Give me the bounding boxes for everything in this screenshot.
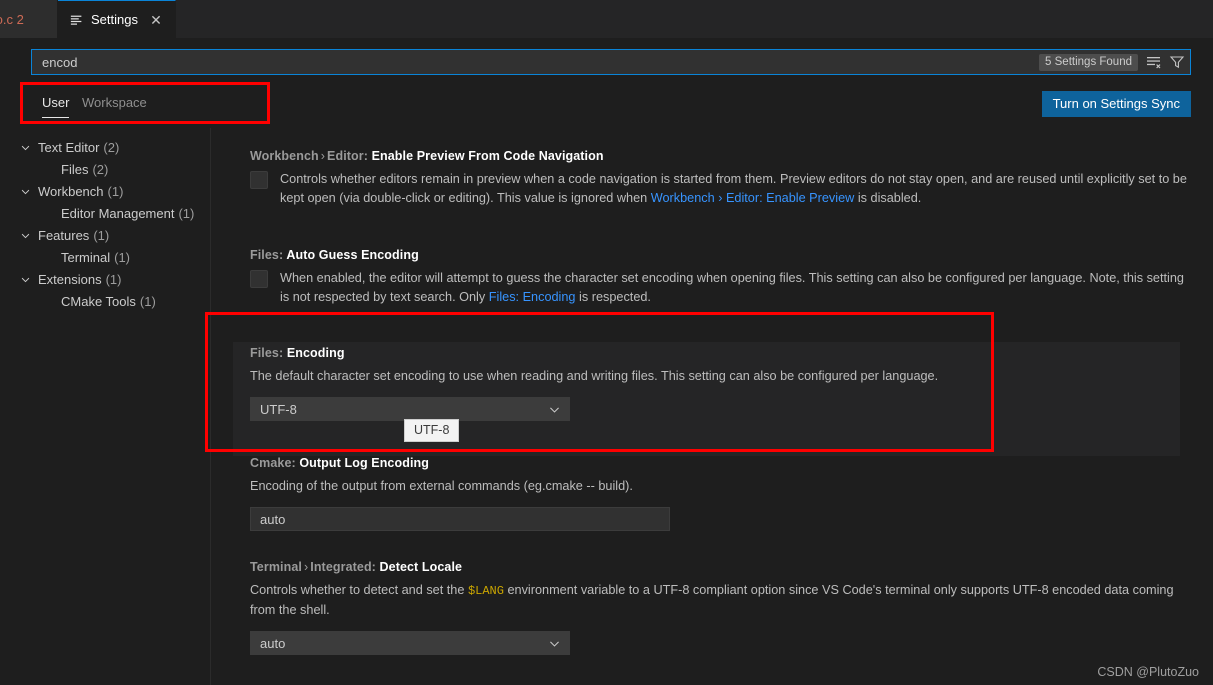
chevron-down-icon[interactable] xyxy=(20,268,31,290)
setting-leaf-name: Enable Preview From Code Navigation xyxy=(371,149,604,163)
toc-item-terminal[interactable]: Terminal (1) xyxy=(0,246,210,268)
toc-item-files[interactable]: Files (2) xyxy=(0,158,210,180)
toc-item-workbench[interactable]: Workbench (1) xyxy=(0,180,210,202)
setting-description-part-1: When enabled, the editor will attempt to… xyxy=(280,271,1184,304)
toc-item-count: (1) xyxy=(178,205,195,221)
toc-item-text-editor[interactable]: Text Editor (2) xyxy=(0,136,210,158)
setting-description: The default character set encoding to us… xyxy=(250,369,939,383)
search-input[interactable] xyxy=(32,50,1040,74)
toc-item-label: Editor Management xyxy=(61,205,175,221)
breadcrumb-separator: › xyxy=(320,149,326,163)
results-count-badge: 5 Settings Found xyxy=(1039,53,1138,71)
settings-toc: Text Editor (2) Files (2) Workbench (1) … xyxy=(0,128,211,685)
settings-list: Workbench › Editor: Enable Preview From Co… xyxy=(211,128,1213,685)
setting-subcategory: Integrated: xyxy=(310,560,376,574)
files-encoding-selected-value: UTF-8 xyxy=(260,401,297,417)
setting-category: Files: xyxy=(250,346,284,360)
setting-title: Cmake: Output Log Encoding xyxy=(250,456,1190,470)
tab-settings[interactable]: Settings ✕ xyxy=(58,0,176,38)
toc-item-count: (2) xyxy=(92,161,109,177)
settings-search-row: 5 Settings Found xyxy=(0,38,1213,124)
setting-title: Terminal › Integrated: Detect Locale xyxy=(250,560,1190,574)
toc-item-label: Files xyxy=(61,161,89,177)
scope-tab-workspace[interactable]: Workspace xyxy=(82,95,147,117)
breadcrumb-separator: › xyxy=(303,560,309,574)
chevron-down-icon[interactable] xyxy=(548,637,561,650)
setting-enable-preview-from-code-navigation[interactable]: Workbench › Editor: Enable Preview From Co… xyxy=(250,149,1190,208)
toc-item-count: (2) xyxy=(103,139,120,155)
tab-bar-empty-space xyxy=(176,0,1213,38)
toc-item-count: (1) xyxy=(93,227,110,243)
files-encoding-select[interactable]: UTF-8 xyxy=(250,397,570,421)
settings-search-box[interactable]: 5 Settings Found xyxy=(31,49,1191,75)
cmake-output-log-encoding-input[interactable]: auto xyxy=(250,507,670,531)
setting-leaf-name: Encoding xyxy=(286,346,345,360)
chevron-down-icon[interactable] xyxy=(20,224,31,246)
close-icon[interactable]: ✕ xyxy=(148,13,164,27)
setting-title: Files: Auto Guess Encoding xyxy=(250,248,1190,262)
setting-leaf-name: Output Log Encoding xyxy=(299,456,429,470)
toc-item-count: (1) xyxy=(105,271,122,287)
filter-icon[interactable] xyxy=(1167,52,1187,72)
encoding-value-tooltip: UTF-8 xyxy=(404,419,460,442)
setting-category: Files: xyxy=(250,248,284,262)
setting-category: Cmake: xyxy=(250,456,296,470)
clear-filter-icon[interactable] xyxy=(1144,52,1164,72)
setting-terminal-detect-locale[interactable]: Terminal › Integrated: Detect Locale Contr… xyxy=(250,560,1190,655)
tab-foc[interactable]: fo.c 2 xyxy=(0,0,58,38)
checkbox-enable-preview-from-code-navigation[interactable] xyxy=(250,171,268,189)
setting-description: When enabled, the editor will attempt to… xyxy=(280,269,1190,307)
toc-item-label: Features xyxy=(38,227,90,243)
watermark: CSDN @PlutoZuo xyxy=(1097,665,1199,679)
editor-tab-bar: fo.c 2 Settings ✕ xyxy=(0,0,1213,38)
terminal-detect-locale-select[interactable]: auto xyxy=(250,631,570,655)
terminal-detect-locale-selected-value: auto xyxy=(260,635,286,651)
toc-item-count: (1) xyxy=(139,293,156,309)
toc-item-editor-management[interactable]: Editor Management (1) xyxy=(0,202,210,224)
setting-description-part-1: Controls whether to detect and set the xyxy=(250,583,468,597)
setting-title: Files: Encoding xyxy=(250,346,1190,360)
toc-item-extensions[interactable]: Extensions (1) xyxy=(0,268,210,290)
toc-item-label: Text Editor xyxy=(38,139,100,155)
toc-item-label: CMake Tools xyxy=(61,293,136,309)
settings-list-icon xyxy=(70,13,84,27)
setting-category: Terminal xyxy=(250,560,302,574)
setting-cmake-output-log-encoding[interactable]: Cmake: Output Log Encoding Encoding of t… xyxy=(250,456,1190,531)
setting-subcategory: Editor: xyxy=(327,149,368,163)
setting-description: Controls whether editors remain in previ… xyxy=(280,170,1190,208)
tab-foc-label: fo.c 2 xyxy=(0,11,24,27)
scope-tab-user[interactable]: User xyxy=(42,95,70,118)
toc-item-label: Workbench xyxy=(38,183,104,199)
checkbox-files-auto-guess-encoding[interactable] xyxy=(250,270,268,288)
setting-description: Encoding of the output from external com… xyxy=(250,479,633,493)
setting-title: Workbench › Editor: Enable Preview From Co… xyxy=(250,149,1190,163)
settings-scope-bar: User Workspace Turn on Settings Sync xyxy=(0,90,1213,120)
setting-files-auto-guess-encoding[interactable]: Files: Auto Guess Encoding When enabled,… xyxy=(250,248,1190,307)
turn-on-settings-sync-button[interactable]: Turn on Settings Sync xyxy=(1041,91,1191,117)
toc-item-features[interactable]: Features (1) xyxy=(0,224,210,246)
setting-category: Workbench xyxy=(250,149,319,163)
setting-leaf-name: Auto Guess Encoding xyxy=(286,248,419,262)
toc-item-label: Terminal xyxy=(61,249,111,265)
setting-leaf-name: Detect Locale xyxy=(379,560,463,574)
setting-description-part-2: is respected. xyxy=(575,290,651,304)
toc-item-count: (1) xyxy=(107,183,124,199)
cmake-output-log-encoding-value: auto xyxy=(260,511,286,527)
setting-description: Controls whether to detect and set the $… xyxy=(250,581,1190,620)
toc-item-label: Extensions xyxy=(38,271,102,287)
setting-description-link[interactable]: Files: Encoding xyxy=(489,290,576,304)
tab-settings-label: Settings xyxy=(91,12,138,27)
setting-files-encoding[interactable]: Files: Encoding The default character se… xyxy=(250,346,1190,421)
toc-item-cmake-tools[interactable]: CMake Tools (1) xyxy=(0,290,210,312)
setting-description-part-2: is disabled. xyxy=(854,191,922,205)
toc-item-count: (1) xyxy=(114,249,131,265)
chevron-down-icon[interactable] xyxy=(20,136,31,158)
setting-description-link[interactable]: Workbench › Editor: Enable Preview xyxy=(651,191,855,205)
chevron-down-icon[interactable] xyxy=(548,403,561,416)
setting-description-code: $LANG xyxy=(467,584,504,598)
chevron-down-icon[interactable] xyxy=(20,180,31,202)
